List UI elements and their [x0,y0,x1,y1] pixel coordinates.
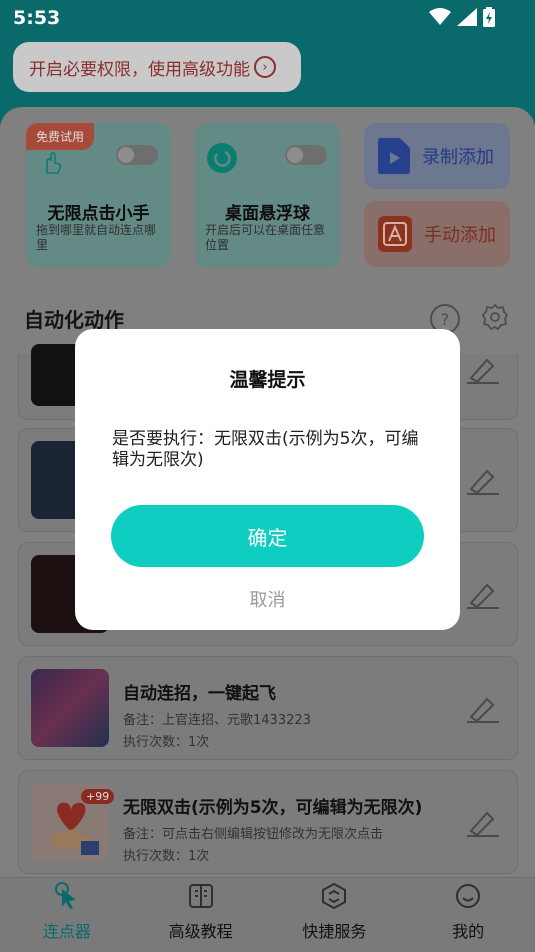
count-badge: +99 [81,789,115,804]
list-item-count: 执行次数：1次 [123,849,210,864]
book-icon [188,884,213,908]
nav-label: 高级教程 [168,922,233,941]
list-item-count: 执行次数：1次 [123,735,210,750]
edit-icon[interactable] [465,693,501,723]
confirm-dialog: 温馨提示 是否要执行：无限双击(示例为5次，可编辑为无限次) 确定 取消 [75,329,460,630]
list-item[interactable]: +99 无限双击(示例为5次，可编辑为无限次) 备注：可点击右侧编辑按钮修改为无… [18,770,518,874]
pointer-icon [54,882,76,909]
float-ball-desc: 开启后可以在桌面任意位置 [205,223,326,252]
clicker-title: 无限点击小手 [47,204,150,224]
smile-icon [456,884,481,908]
hand-icon [46,152,62,174]
battery-icon [483,7,495,27]
layers-icon [322,882,347,910]
float-ball-title: 桌面悬浮球 [225,204,310,224]
thumbnail [31,669,109,747]
edit-icon[interactable] [465,579,501,609]
float-ball-icon [207,143,237,173]
nav-label: 连点器 [42,922,91,941]
dialog-title: 温馨提示 [229,369,306,391]
cancel-button[interactable]: 取消 [75,586,460,612]
nav-tab-tutorial[interactable]: 高级教程 [134,878,268,952]
record-add-button[interactable]: 录制添加 [364,123,510,189]
nav-label: 快捷服务 [302,922,367,941]
record-add-label: 录制添加 [422,147,494,168]
nav-tab-me[interactable]: 我的 [401,878,535,952]
video-file-icon [378,138,410,174]
dialog-message: 是否要执行：无限双击(示例为5次，可编辑为无限次) [112,429,419,470]
thumbnail: +99 [31,783,115,861]
free-trial-badge: 免费试用 [26,123,95,150]
manual-add-label: 手动添加 [424,225,496,246]
wifi-icon [429,8,451,25]
text-file-icon [378,216,412,252]
list-item-note: 备注：上官连招、元歌1433223 [123,713,311,728]
nav-tab-clicker[interactable]: 连点器 [0,878,134,952]
edit-icon[interactable] [465,807,501,837]
permission-button[interactable]: 开启必要权限，使用高级功能 › [13,42,301,92]
edit-icon[interactable] [465,465,501,495]
edit-icon[interactable] [465,354,501,384]
list-item-title: 无限双击(示例为5次，可编辑为无限次) [123,798,423,818]
status-icons [429,7,495,27]
list-item[interactable]: 自动连招，一键起飞 备注：上官连招、元歌1433223 执行次数：1次 [18,656,518,760]
nav-label: 我的 [452,922,485,941]
list-item-title: 自动连招，一键起飞 [123,684,276,704]
float-ball-card[interactable]: 桌面悬浮球 开启后可以在桌面任意位置 [195,123,340,268]
status-time: 5:53 [13,7,61,29]
clicker-desc: 拖到哪里就自动连点哪里 [36,223,157,252]
chevron-right-icon: › [254,56,276,78]
list-item-note: 备注：可点击右侧编辑按钮修改为无限次点击 [123,827,384,842]
permission-label: 开启必要权限，使用高级功能 [29,59,250,80]
bottom-nav: 连点器 高级教程 快捷服务 我的 [0,877,535,952]
manual-add-button[interactable]: 手动添加 [364,201,510,267]
clicker-card[interactable]: 免费试用 无限点击小手 拖到哪里就自动连点哪里 [26,123,171,268]
app-screen: 5:53 开启必要权限，使用高级功能 › 免费试用 无限点击小手 拖到哪里就自动… [0,0,535,952]
confirm-button[interactable]: 确定 [111,505,424,567]
signal-icon [457,8,477,26]
clicker-toggle[interactable] [116,145,158,165]
float-ball-toggle[interactable] [285,145,327,165]
settings-icon[interactable] [481,303,509,331]
nav-tab-services[interactable]: 快捷服务 [268,878,402,952]
